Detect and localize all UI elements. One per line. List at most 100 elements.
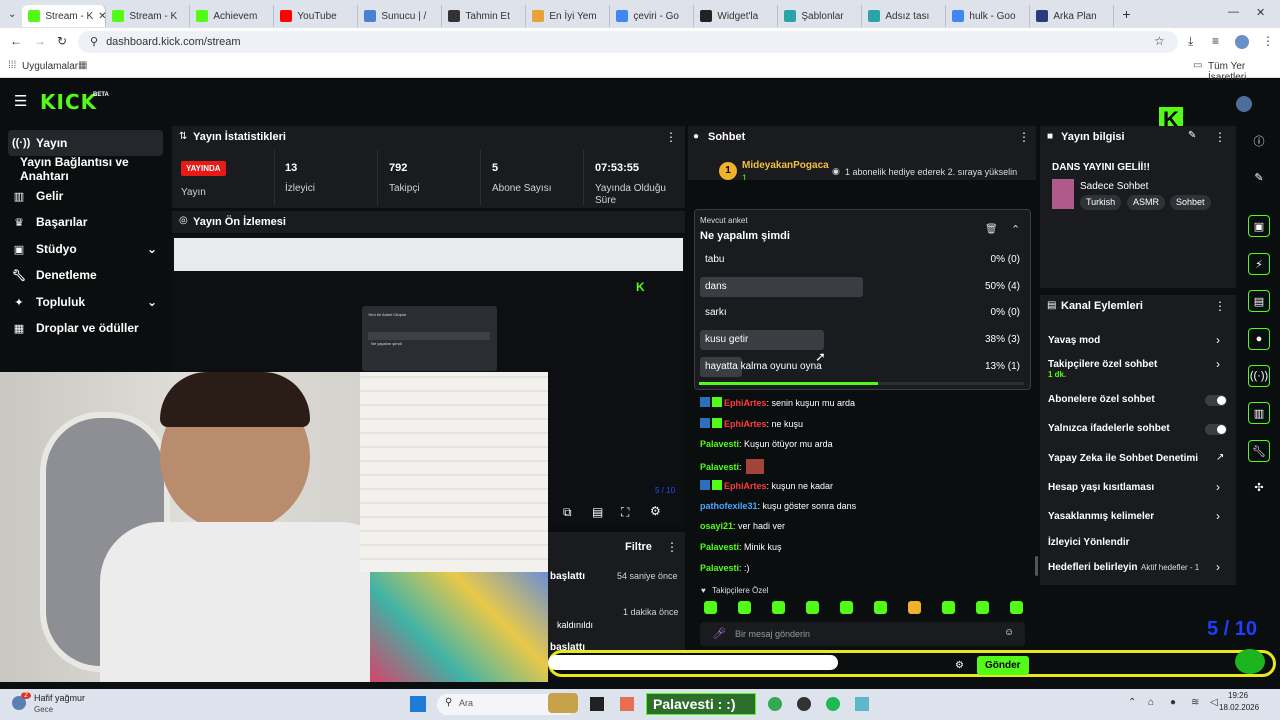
chat-username[interactable]: Palavesti <box>700 439 739 449</box>
wrench-icon[interactable]: 🔧︎ <box>1248 440 1270 462</box>
chevron-right-icon[interactable]: › <box>1216 560 1220 574</box>
mic-icon[interactable]: 🎤︎ <box>712 627 726 640</box>
chat-username[interactable]: Palavesti <box>700 462 739 472</box>
stream-tag[interactable]: Turkish <box>1080 195 1122 210</box>
emote-icon[interactable] <box>806 601 819 614</box>
back-icon[interactable]: ← <box>10 34 22 48</box>
chat-username[interactable]: EphiArtes <box>724 398 767 408</box>
bookmark-apps[interactable]: Uygulamalar <box>22 61 78 72</box>
browser-tab[interactable]: hulk - Goo <box>946 5 1031 27</box>
sidebar-item-studyo[interactable]: ▣ Stüdyo ⌄ <box>8 236 163 262</box>
database-icon[interactable]: ▥ <box>1248 402 1270 424</box>
browser-tab[interactable]: çeviri - Go <box>610 5 695 27</box>
chat-username[interactable]: Palavesti <box>700 563 739 573</box>
more-apps-icon[interactable]: ✣ <box>1248 476 1270 498</box>
menu-dots-icon[interactable]: ⋮ <box>1262 34 1274 48</box>
chrome-icon[interactable] <box>768 697 782 711</box>
browser-tab[interactable]: Tahmin Et <box>442 5 527 27</box>
toggle-switch[interactable] <box>1205 424 1227 435</box>
download-icon[interactable]: ⤓ <box>1188 34 1193 49</box>
chat-scrollbar[interactable] <box>1035 556 1038 576</box>
top-gifter-name[interactable]: MideyakanPogaca <box>742 160 829 171</box>
close-window-icon[interactable]: ✕ <box>1256 6 1265 19</box>
toggle-switch[interactable] <box>1205 395 1227 406</box>
channel-actions-menu-icon[interactable]: ⋮ <box>1214 299 1226 313</box>
browser-tab[interactable]: Şablonlar <box>778 5 863 27</box>
user-avatar[interactable] <box>1236 96 1252 112</box>
send-button[interactable]: Gönder <box>977 656 1029 675</box>
hamburger-menu-icon[interactable]: ☰ <box>14 92 27 110</box>
tab-groups-icon[interactable]: ▦ <box>78 60 87 71</box>
chat-menu-icon[interactable]: ⋮ <box>1018 130 1030 144</box>
edit-icon[interactable]: ✎ <box>1188 130 1196 141</box>
clock-date[interactable]: 18.02.2026 <box>1219 703 1259 712</box>
external-link-icon[interactable]: ↗ <box>1216 452 1224 463</box>
obs-icon[interactable] <box>797 697 811 711</box>
emote-icon[interactable] <box>772 601 785 614</box>
sidebar-item-droplar[interactable]: ▦ Droplar ve ödüller <box>8 315 163 341</box>
chevron-right-icon[interactable]: › <box>1216 333 1220 347</box>
delete-poll-icon[interactable]: 🗑︎ <box>985 224 998 235</box>
clip-icon[interactable]: ▣ <box>1248 215 1270 237</box>
chat-username[interactable]: osayi21 <box>700 521 733 531</box>
emote-icon[interactable] <box>1010 601 1023 614</box>
pip-icon[interactable]: ⧉ <box>563 505 572 520</box>
emote-icon[interactable] <box>908 601 921 614</box>
wifi-icon[interactable]: ≋ <box>1191 697 1199 708</box>
chat-input[interactable]: 🎤︎ Bir mesaj gönderin ☺ <box>700 622 1025 646</box>
stream-category[interactable]: Sadece Sohbet <box>1080 181 1148 192</box>
close-tab-icon[interactable]: ✕ <box>98 11 105 22</box>
browser-tab[interactable]: Sunucu | / <box>358 5 443 27</box>
sidebar-item-basarilar[interactable]: ♛ Başarılar <box>8 209 163 235</box>
network-icon[interactable]: ⌂ <box>1148 697 1154 708</box>
fullscreen-icon[interactable]: ⛶ <box>621 505 629 520</box>
filter-button[interactable]: Filtre <box>625 541 652 553</box>
chat-username[interactable]: EphiArtes <box>724 481 767 491</box>
stream-tag[interactable]: ASMR <box>1127 195 1166 210</box>
site-info-icon[interactable]: ⚲ <box>90 36 98 48</box>
chat-bubble-icon[interactable]: ● <box>1248 328 1270 350</box>
bookmark-star-icon[interactable]: ☆ <box>1154 34 1165 48</box>
stream-info-menu-icon[interactable]: ⋮ <box>1214 130 1226 144</box>
collapse-icon[interactable]: ⌃ <box>1011 223 1020 236</box>
browser-tab[interactable]: Adsız tası <box>862 5 947 27</box>
emote-icon[interactable] <box>976 601 989 614</box>
browser-tab[interactable]: YouTube <box>274 5 359 27</box>
chat-username[interactable]: EphiArtes <box>724 419 767 429</box>
category-thumbnail[interactable] <box>1052 179 1074 209</box>
url-input[interactable]: ⚲ dashboard.kick.com/stream <box>78 31 1178 53</box>
task-view-icon[interactable] <box>590 697 604 711</box>
emote-icon[interactable] <box>704 601 717 614</box>
sidebar-item-stream-key[interactable]: Yayın Bağlantısı ve Anahtarı <box>16 155 171 183</box>
emote-icon[interactable] <box>942 601 955 614</box>
chevron-right-icon[interactable]: › <box>1216 357 1220 371</box>
browser-tab[interactable]: Stream - K <box>106 5 191 27</box>
tray-chevron-icon[interactable]: ⌃ <box>1128 697 1136 708</box>
extensions-icon[interactable]: ≡ <box>1212 34 1219 48</box>
sidebar-item-yayin[interactable]: ((·)) Yayın <box>8 130 163 156</box>
minimize-icon[interactable]: — <box>1228 6 1239 18</box>
broadcast-icon[interactable]: ((·)) <box>1248 365 1270 387</box>
sidebar-item-denetleme[interactable]: 🔧︎ Denetleme <box>8 262 163 288</box>
clock-time[interactable]: 19:26 <box>1228 691 1248 700</box>
info-circle-icon[interactable]: ⓘ <box>1248 130 1270 152</box>
sidebar-item-gelir[interactable]: ▥ Gelir <box>8 183 163 209</box>
raid-icon[interactable]: ⚡ <box>1248 253 1270 275</box>
profile-avatar[interactable] <box>1235 35 1249 49</box>
browser-tab[interactable]: Arka Plan <box>1030 5 1115 27</box>
forward-icon[interactable]: → <box>34 34 46 48</box>
settings-icon[interactable]: ⚙ <box>650 504 661 518</box>
browser-tab[interactable]: Stream - K ✕ <box>22 5 107 27</box>
weather-title[interactable]: Hafif yağmur <box>34 693 85 703</box>
chevron-right-icon[interactable]: › <box>1216 480 1220 494</box>
apps-grid-icon[interactable]: ⁞⁞⁞ <box>8 60 16 71</box>
reload-icon[interactable]: ↻ <box>57 34 67 48</box>
browser-tab[interactable]: Achievem <box>190 5 275 27</box>
theater-icon[interactable]: ▤ <box>592 505 603 519</box>
emote-icon[interactable] <box>874 601 887 614</box>
tab-search-icon[interactable]: ⌄ <box>8 9 16 20</box>
app-icon[interactable] <box>620 697 634 711</box>
kick-logo[interactable]: KICK <box>40 90 97 114</box>
emote-icon[interactable] <box>840 601 853 614</box>
activity-menu-icon[interactable]: ⋮ <box>666 540 678 554</box>
